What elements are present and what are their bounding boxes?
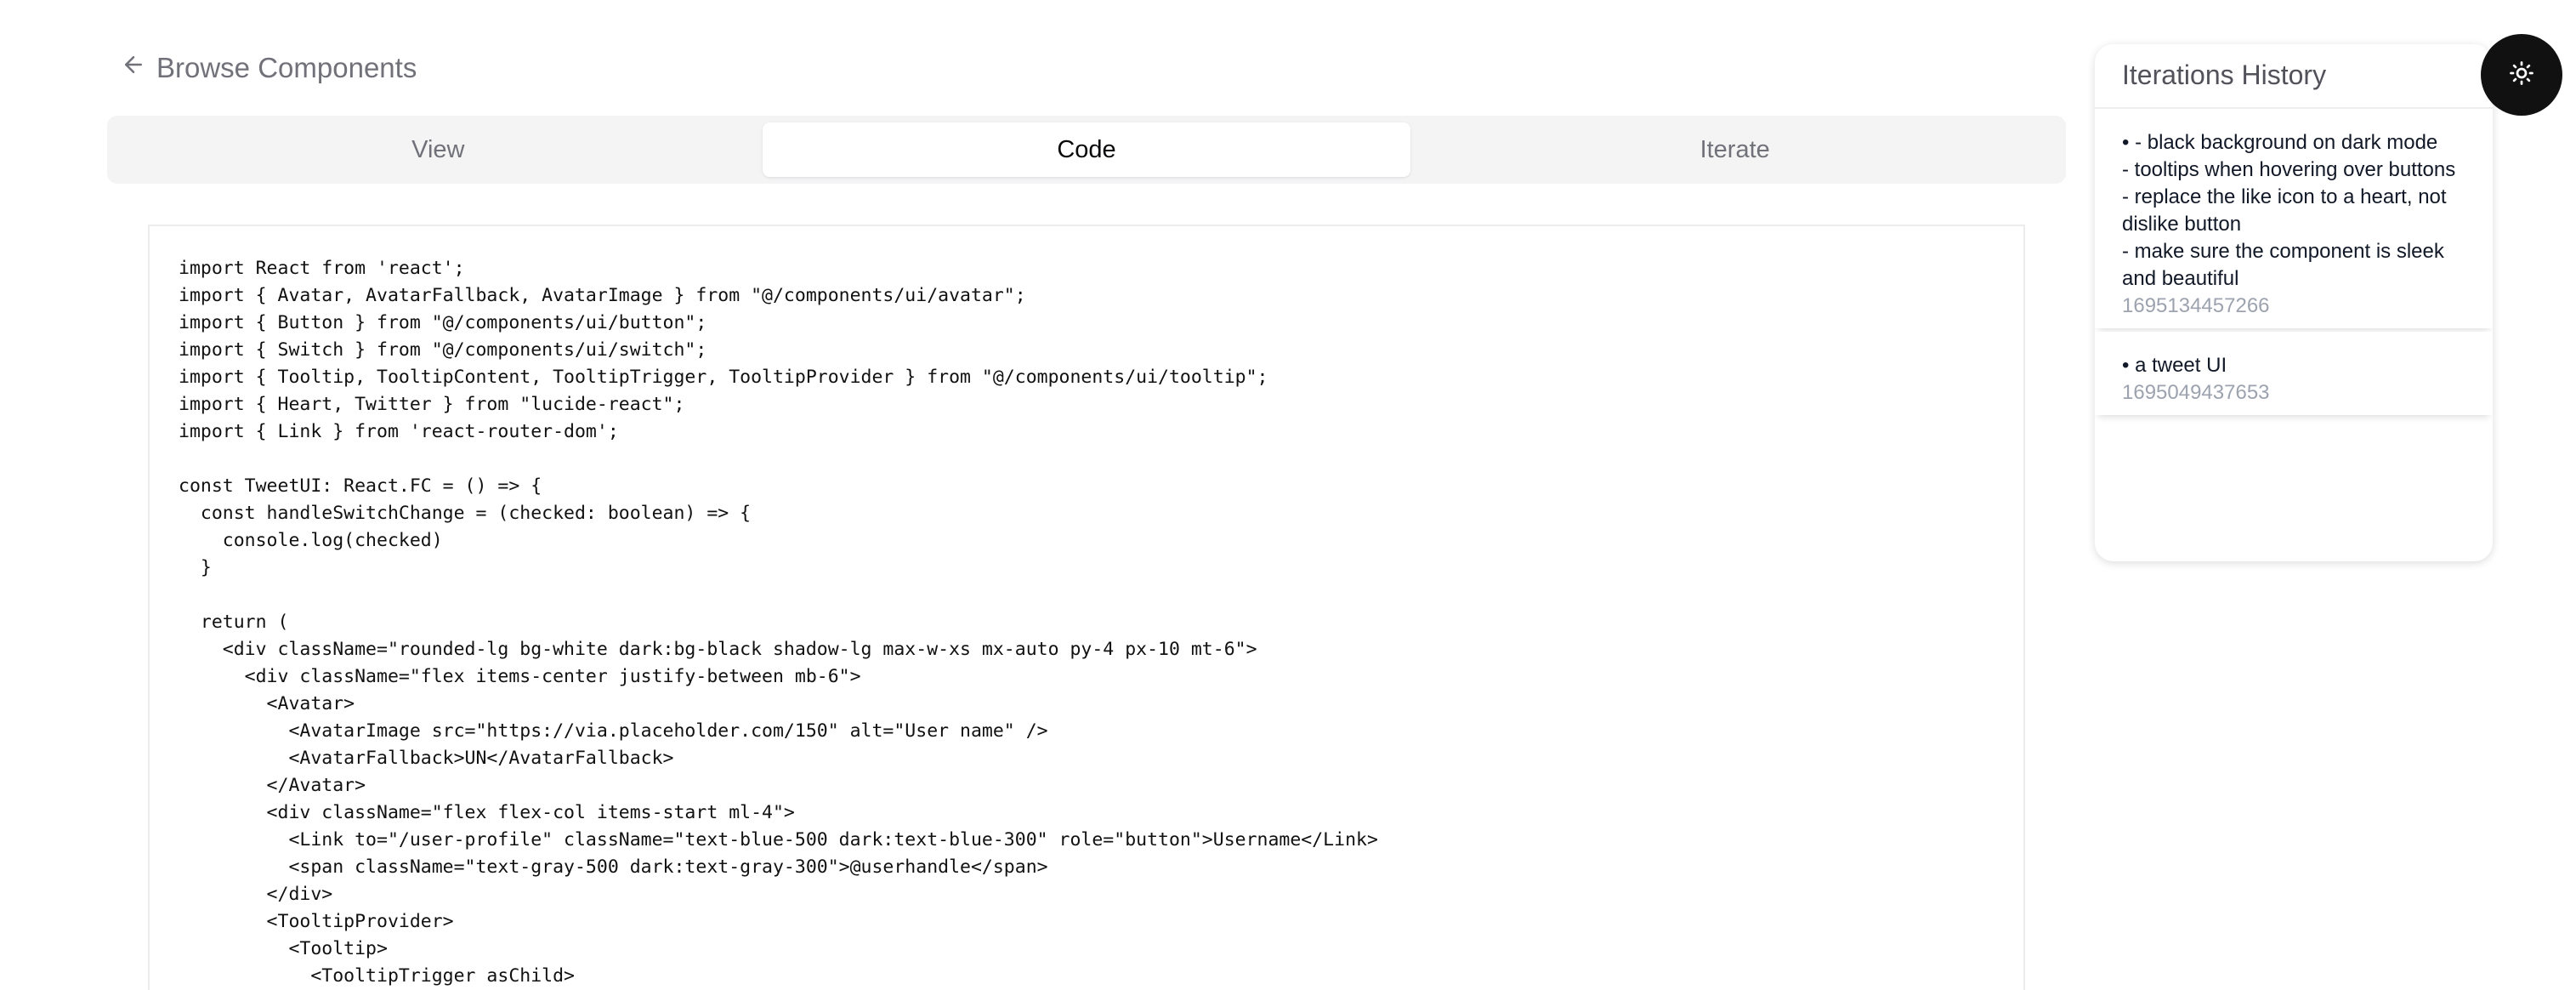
arrow-left-icon: [121, 52, 146, 84]
history-item-text: • - black background on dark mode - tool…: [2122, 131, 2456, 290]
iterations-history-title: Iterations History: [2095, 44, 2493, 109]
browse-components-label: Browse Components: [156, 52, 417, 83]
code-panel[interactable]: import React from 'react'; import { Avat…: [148, 225, 2025, 990]
history-item[interactable]: • a tweet UI 1695049437653: [2095, 332, 2493, 415]
tab-bar: View Code Iterate: [107, 116, 2066, 184]
tab-code[interactable]: Code: [762, 122, 1411, 177]
tab-view[interactable]: View: [114, 122, 763, 177]
history-item-timestamp: 1695049437653: [2122, 381, 2270, 404]
history-item[interactable]: • - black background on dark mode - tool…: [2095, 109, 2493, 328]
sun-icon: [2509, 60, 2534, 90]
history-item-timestamp: 1695134457266: [2122, 294, 2270, 317]
history-item-text: • a tweet UI: [2122, 354, 2227, 377]
tab-iterate[interactable]: Iterate: [1410, 122, 2059, 177]
theme-toggle-button[interactable]: [2481, 34, 2562, 116]
browse-components-link[interactable]: Browse Components: [121, 49, 417, 87]
iterations-history-panel: Iterations History • - black background …: [2095, 44, 2493, 561]
code-block: import React from 'react'; import { Avat…: [179, 258, 1378, 987]
